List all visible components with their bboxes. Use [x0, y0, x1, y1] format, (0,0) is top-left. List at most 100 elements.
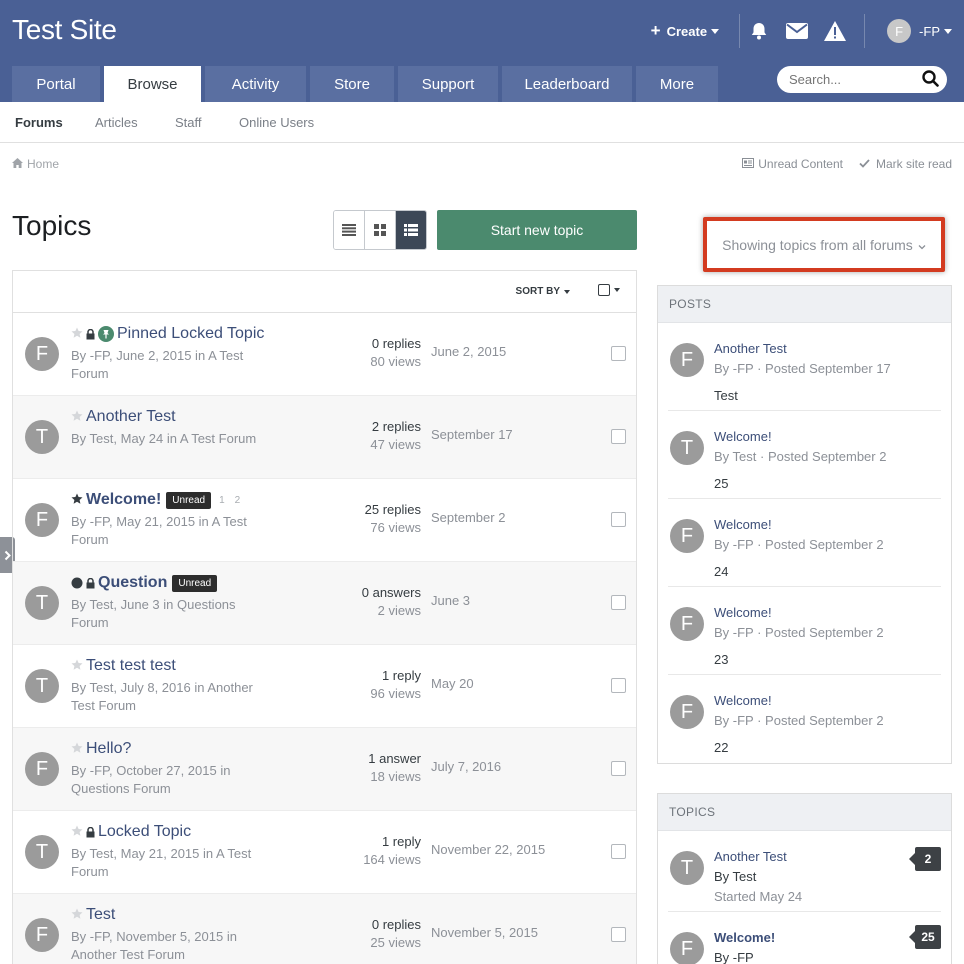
tab-store[interactable]: Store: [310, 66, 394, 102]
tab-browse[interactable]: Browse: [104, 66, 201, 102]
topic-title[interactable]: Another Test: [86, 408, 176, 426]
search-icon[interactable]: [922, 69, 939, 90]
sort-by-dropdown[interactable]: SORT BY: [516, 286, 570, 297]
avatar[interactable]: T: [25, 420, 59, 454]
avatar[interactable]: F: [670, 695, 704, 729]
topic-checkbox[interactable]: [611, 844, 626, 859]
search-box[interactable]: [777, 66, 947, 93]
tab-more[interactable]: More: [636, 66, 718, 102]
topic-title[interactable]: Locked Topic: [98, 823, 191, 841]
tab-activity[interactable]: Activity: [205, 66, 306, 102]
topic-checkbox[interactable]: [611, 429, 626, 444]
avatar[interactable]: F: [670, 519, 704, 553]
unread-content-link[interactable]: Unread Content: [742, 157, 843, 171]
post-title[interactable]: Welcome!: [714, 693, 772, 708]
subnav-staff[interactable]: Staff: [175, 115, 202, 130]
topic-title[interactable]: Test: [86, 906, 115, 924]
avatar[interactable]: T: [25, 669, 59, 703]
topic-checkbox[interactable]: [611, 927, 626, 942]
topic-author-date: By -FP, November 5, 2015 in: [71, 929, 237, 944]
warning-icon[interactable]: [816, 21, 854, 41]
widget-topic-item[interactable]: T Another Test By Test Started May 24 2: [668, 831, 941, 912]
start-new-topic-button[interactable]: Start new topic: [437, 210, 637, 250]
avatar[interactable]: T: [670, 851, 704, 885]
notifications-bell-icon[interactable]: [740, 21, 778, 41]
post-title[interactable]: Welcome!: [714, 517, 772, 532]
avatar[interactable]: F: [25, 752, 59, 786]
avatar[interactable]: F: [670, 932, 704, 964]
messages-envelope-icon[interactable]: [778, 23, 816, 39]
post-item[interactable]: F Welcome! By -FP · Posted September 2 2…: [668, 675, 941, 763]
topic-forum-link[interactable]: Another Test Forum: [71, 947, 185, 962]
subnav-forums[interactable]: Forums: [15, 115, 63, 130]
avatar[interactable]: F: [670, 343, 704, 377]
topic-row[interactable]: T Locked Topic By Test, May 21, 2015 in …: [13, 811, 636, 894]
topic-title[interactable]: Hello?: [86, 740, 131, 758]
topic-row[interactable]: F Pinned Locked Topic By -FP, June 2, 20…: [13, 313, 636, 396]
site-title[interactable]: Test Site: [12, 14, 117, 46]
topic-row[interactable]: T Another Test By Test, May 24 in A Test…: [13, 396, 636, 479]
widget-topic-item[interactable]: F Welcome! By -FP 25: [668, 912, 941, 964]
topic-title[interactable]: Welcome!: [86, 491, 161, 509]
last-post-date[interactable]: November 22, 2015: [431, 842, 545, 857]
view-list-button[interactable]: [334, 211, 365, 249]
subnav-online-users[interactable]: Online Users: [239, 115, 314, 130]
breadcrumb-home[interactable]: Home: [27, 157, 59, 171]
post-item[interactable]: T Welcome! By Test · Posted September 2 …: [668, 411, 941, 499]
topic-title[interactable]: Pinned Locked Topic: [117, 325, 264, 343]
avatar[interactable]: F: [25, 503, 59, 537]
topic-checkbox[interactable]: [611, 346, 626, 361]
topic-row[interactable]: F Welcome! Unread 1 2 By -FP, May 21, 20…: [13, 479, 636, 562]
post-title[interactable]: Welcome!: [714, 605, 772, 620]
view-toggle: [333, 210, 427, 250]
post-item[interactable]: F Welcome! By -FP · Posted September 2 2…: [668, 587, 941, 675]
post-title[interactable]: Another Test: [714, 341, 787, 356]
mark-site-read-link[interactable]: Mark site read: [859, 157, 952, 171]
topic-checkbox[interactable]: [611, 512, 626, 527]
page-link[interactable]: 2: [235, 495, 241, 506]
topic-row[interactable]: T Test test test By Test, July 8, 2016 i…: [13, 645, 636, 728]
tab-support[interactable]: Support: [398, 66, 498, 102]
topic-title[interactable]: Test test test: [86, 657, 176, 675]
topic-forum-link[interactable]: Questions Forum: [71, 781, 171, 796]
username[interactable]: -FP: [919, 24, 940, 39]
user-avatar[interactable]: F: [887, 19, 912, 43]
topic-checkbox[interactable]: [611, 678, 626, 693]
avatar[interactable]: F: [25, 337, 59, 371]
topic-row[interactable]: F Test By -FP, November 5, 2015 in Anoth…: [13, 894, 636, 964]
view-table-button[interactable]: [396, 211, 426, 249]
topic-title[interactable]: Question: [98, 574, 167, 592]
widget-topic-title[interactable]: Welcome!: [714, 930, 775, 945]
tab-portal[interactable]: Portal: [12, 66, 100, 102]
topic-row[interactable]: T Question Unread By Test, June 3 in Que…: [13, 562, 636, 645]
last-post-date[interactable]: September 17: [431, 427, 513, 442]
page-link[interactable]: 1: [219, 495, 225, 506]
topic-row[interactable]: F Hello? By -FP, October 27, 2015 in Que…: [13, 728, 636, 811]
last-post-date[interactable]: June 2, 2015: [431, 344, 506, 359]
avatar[interactable]: T: [25, 586, 59, 620]
post-item[interactable]: F Welcome! By -FP · Posted September 2 2…: [668, 499, 941, 587]
topic-forum-link[interactable]: A Test Forum: [180, 431, 256, 446]
topic-checkbox[interactable]: [611, 761, 626, 776]
widget-topic-title[interactable]: Another Test: [714, 849, 787, 864]
avatar[interactable]: T: [670, 431, 704, 465]
search-input[interactable]: [789, 72, 909, 87]
home-icon: [12, 157, 23, 171]
last-post-date[interactable]: July 7, 2016: [431, 759, 501, 774]
avatar[interactable]: F: [670, 607, 704, 641]
post-title[interactable]: Welcome!: [714, 429, 772, 444]
topic-checkbox[interactable]: [611, 595, 626, 610]
avatar[interactable]: F: [25, 918, 59, 952]
avatar[interactable]: T: [25, 835, 59, 869]
forum-filter-dropdown[interactable]: Showing topics from all forums: [703, 217, 945, 272]
last-post-date[interactable]: November 5, 2015: [431, 925, 538, 940]
tab-leaderboard[interactable]: Leaderboard: [502, 66, 632, 102]
post-item[interactable]: F Another Test By -FP · Posted September…: [668, 323, 941, 411]
last-post-date[interactable]: September 2: [431, 510, 505, 525]
view-grid-button[interactable]: [365, 211, 396, 249]
last-post-date[interactable]: May 20: [431, 676, 474, 691]
subnav-articles[interactable]: Articles: [95, 115, 138, 130]
last-post-date[interactable]: June 3: [431, 593, 470, 608]
create-button[interactable]: + Create: [651, 21, 720, 41]
select-all-checkbox[interactable]: [598, 284, 620, 296]
